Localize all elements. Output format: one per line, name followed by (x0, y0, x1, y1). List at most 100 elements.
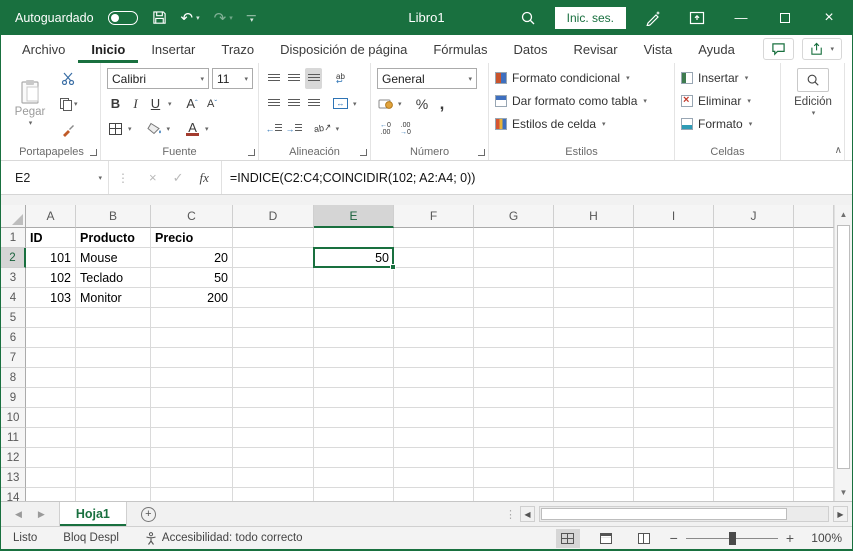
cell-I10[interactable] (634, 408, 714, 428)
insert-function-icon[interactable]: fx (200, 170, 209, 186)
sign-in-button[interactable]: Inic. ses. (554, 6, 626, 29)
borders-button[interactable] (107, 118, 124, 139)
cell-D5[interactable] (233, 308, 314, 328)
cell-J4[interactable] (714, 288, 794, 308)
tab-vista[interactable]: Vista (631, 35, 686, 63)
select-all-corner[interactable] (1, 205, 26, 228)
orientation-button[interactable]: ab↗ (313, 118, 332, 139)
cell-J11[interactable] (714, 428, 794, 448)
tab-trazo[interactable]: Trazo (208, 35, 267, 63)
cell-C10[interactable] (151, 408, 233, 428)
row-header-9[interactable]: 9 (1, 388, 26, 408)
cell-G4[interactable] (474, 288, 554, 308)
column-header-D[interactable]: D (233, 205, 314, 228)
cell-F13[interactable] (394, 468, 474, 488)
cell-J5[interactable] (714, 308, 794, 328)
increase-decimal-button[interactable]: ←0.00 (377, 118, 394, 139)
cell-A3[interactable]: 102 (26, 268, 76, 288)
bold-button[interactable]: B (107, 93, 124, 114)
cell-C7[interactable] (151, 348, 233, 368)
hscroll-right-icon[interactable]: ▶ (833, 506, 848, 522)
font-dialog-launcher-icon[interactable] (248, 149, 255, 156)
formula-bar-grip-icon[interactable]: ⋮ (109, 161, 137, 194)
cell-B2[interactable]: Mouse (76, 248, 151, 268)
cell-E9[interactable] (314, 388, 394, 408)
cell-J3[interactable] (714, 268, 794, 288)
align-center-button[interactable] (285, 93, 302, 114)
row-header-11[interactable]: 11 (1, 428, 26, 448)
sheet-tab-hoja1[interactable]: Hoja1 (58, 502, 127, 526)
zoom-slider[interactable] (685, 531, 778, 545)
cell-F9[interactable] (394, 388, 474, 408)
cell-D8[interactable] (233, 368, 314, 388)
cell-A13[interactable] (26, 468, 76, 488)
column-header-I[interactable]: I (634, 205, 714, 228)
cell-partial-r4[interactable] (794, 288, 834, 308)
cell-G14[interactable] (474, 488, 554, 501)
cell-partial-r12[interactable] (794, 448, 834, 468)
tab-f-rmulas[interactable]: Fórmulas (420, 35, 500, 63)
cell-E7[interactable] (314, 348, 394, 368)
cell-G12[interactable] (474, 448, 554, 468)
cell-H1[interactable] (554, 228, 634, 248)
cell-J1[interactable] (714, 228, 794, 248)
redo-button[interactable]: ↷ ▾ (214, 9, 233, 27)
hscroll-left-icon[interactable]: ◀ (520, 506, 535, 522)
cell-E2[interactable]: 50 (314, 248, 394, 268)
cell-J10[interactable] (714, 408, 794, 428)
cell-B7[interactable] (76, 348, 151, 368)
zoom-out-button[interactable]: − (670, 530, 678, 546)
close-button[interactable]: × (812, 3, 846, 33)
cell-H11[interactable] (554, 428, 634, 448)
cell-E11[interactable] (314, 428, 394, 448)
cell-C5[interactable] (151, 308, 233, 328)
cell-partial-r13[interactable] (794, 468, 834, 488)
cell-B3[interactable]: Teclado (76, 268, 151, 288)
name-box[interactable]: E2 ▾ (9, 161, 109, 194)
cell-G8[interactable] (474, 368, 554, 388)
cell-J7[interactable] (714, 348, 794, 368)
cell-B4[interactable]: Monitor (76, 288, 151, 308)
cell-H13[interactable] (554, 468, 634, 488)
cell-C11[interactable] (151, 428, 233, 448)
sheetbar-grip-icon[interactable]: ⋮ (505, 508, 516, 521)
cell-H8[interactable] (554, 368, 634, 388)
clipboard-dialog-launcher-icon[interactable] (90, 149, 97, 156)
cell-partial-r6[interactable] (794, 328, 834, 348)
cell-partial-r5[interactable] (794, 308, 834, 328)
scroll-up-icon[interactable]: ▲ (835, 205, 852, 223)
zoom-in-button[interactable]: + (786, 530, 794, 546)
cell-partial-r10[interactable] (794, 408, 834, 428)
cell-B13[interactable] (76, 468, 151, 488)
row-header-7[interactable]: 7 (1, 348, 26, 368)
cell-I8[interactable] (634, 368, 714, 388)
cell-I2[interactable] (634, 248, 714, 268)
cell-E6[interactable] (314, 328, 394, 348)
new-sheet-button[interactable]: + (127, 502, 170, 526)
cell-D11[interactable] (233, 428, 314, 448)
cell-J13[interactable] (714, 468, 794, 488)
share-button[interactable]: ▾ (802, 38, 842, 60)
align-middle-button[interactable] (285, 68, 302, 89)
cell-H5[interactable] (554, 308, 634, 328)
cell-H9[interactable] (554, 388, 634, 408)
cell-partial-r11[interactable] (794, 428, 834, 448)
cell-C9[interactable] (151, 388, 233, 408)
cell-C1[interactable]: Precio (151, 228, 233, 248)
cell-H6[interactable] (554, 328, 634, 348)
cell-E12[interactable] (314, 448, 394, 468)
comments-button[interactable] (763, 38, 795, 60)
cell-I4[interactable] (634, 288, 714, 308)
cell-F12[interactable] (394, 448, 474, 468)
cell-H14[interactable] (554, 488, 634, 501)
cell-J6[interactable] (714, 328, 794, 348)
alignment-dialog-launcher-icon[interactable] (360, 149, 367, 156)
comma-style-button[interactable]: , (434, 93, 451, 114)
cancel-icon[interactable]: × (149, 170, 157, 185)
row-header-10[interactable]: 10 (1, 408, 26, 428)
cell-C6[interactable] (151, 328, 233, 348)
cell-I1[interactable] (634, 228, 714, 248)
cell-B10[interactable] (76, 408, 151, 428)
cell-B6[interactable] (76, 328, 151, 348)
tab-disposici-n-de-p-gina[interactable]: Disposición de página (267, 35, 420, 63)
